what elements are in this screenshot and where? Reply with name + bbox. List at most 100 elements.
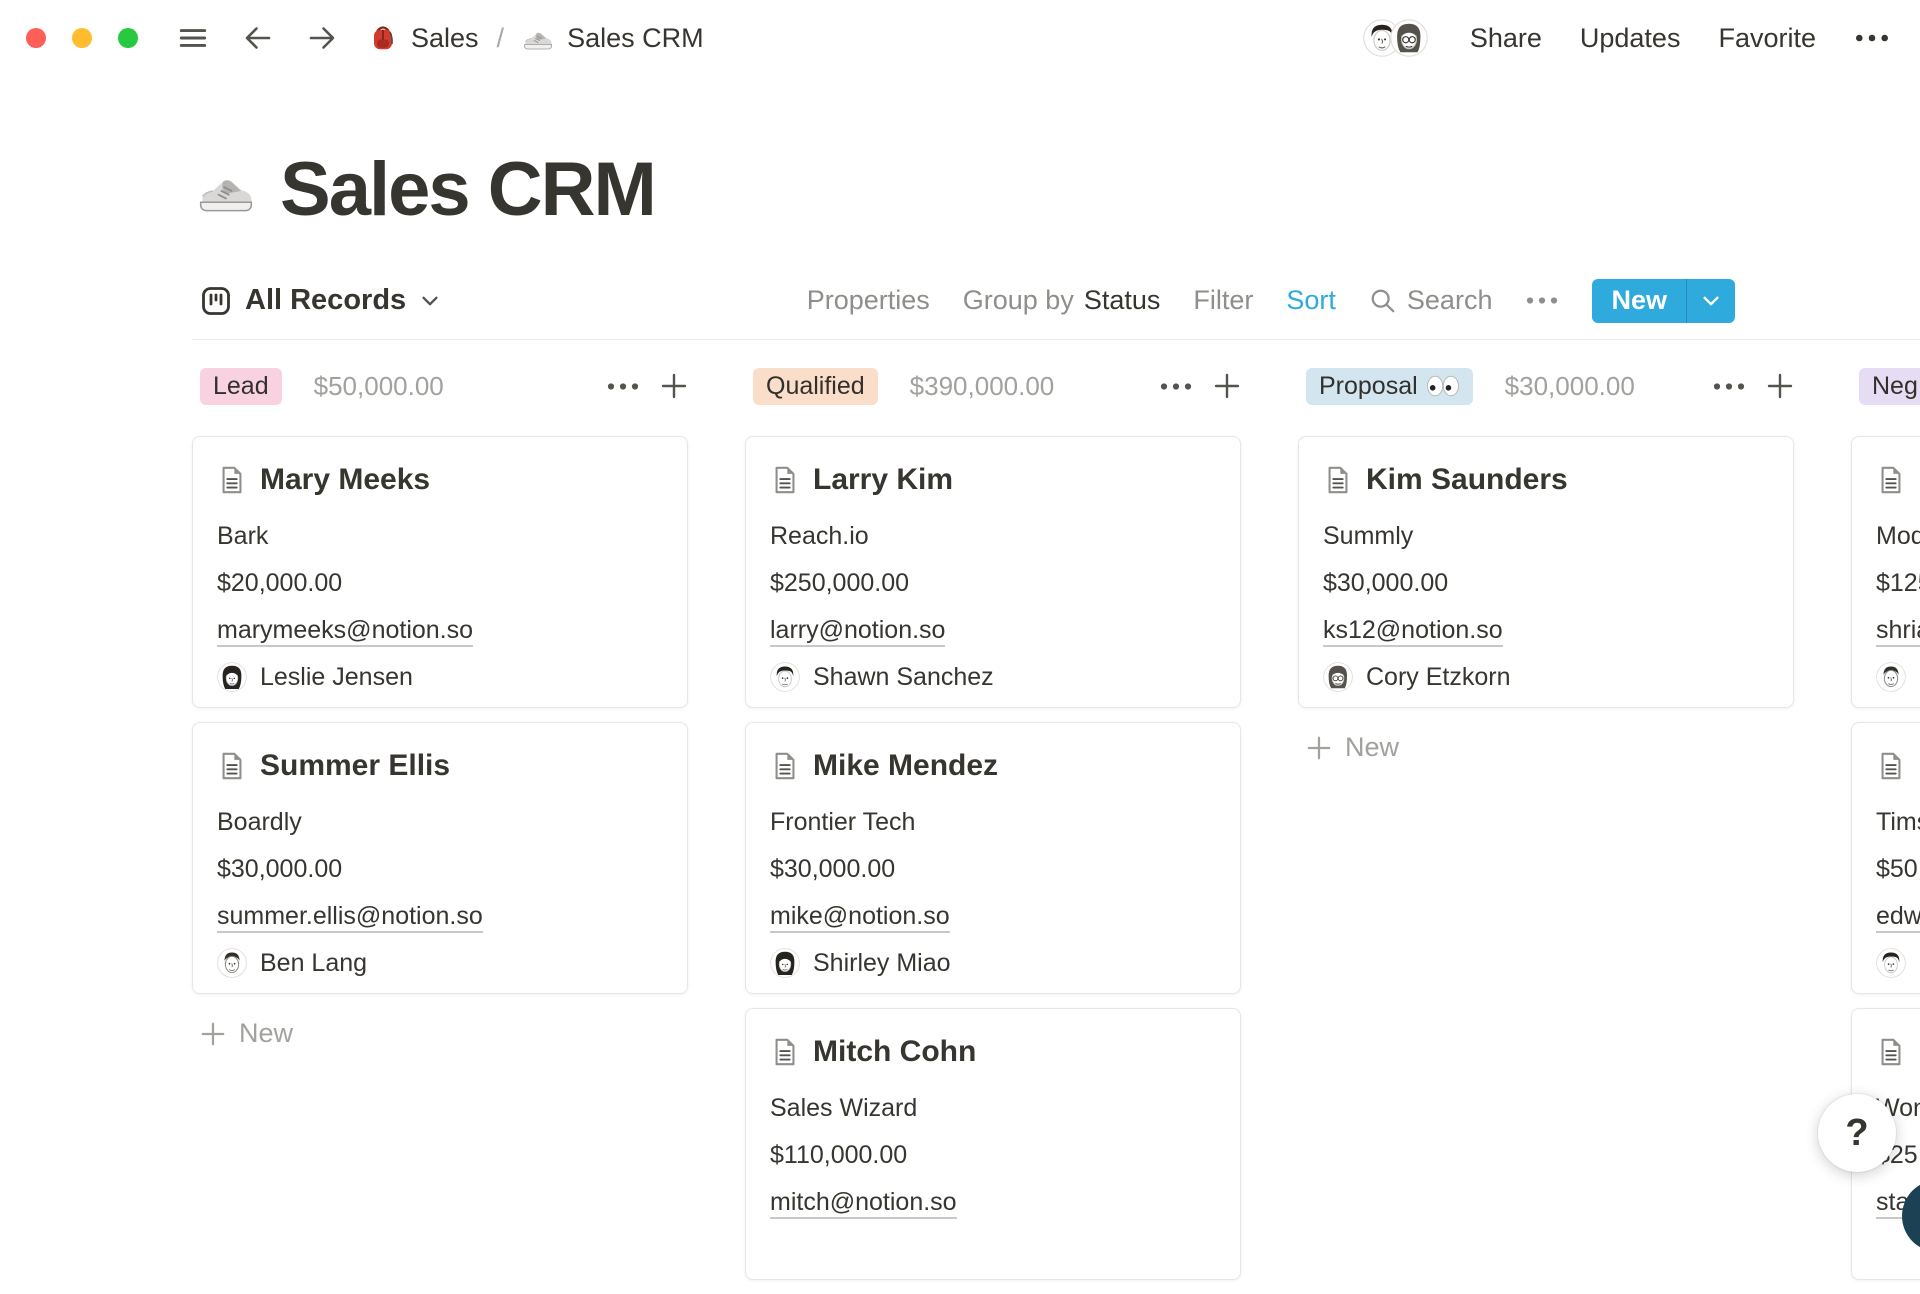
card-company: Sales Wizard (770, 1093, 1216, 1123)
board-card[interactable]: E Tims $50, edwi H (1851, 722, 1920, 994)
owner-avatar (770, 662, 800, 692)
card-company: Boardly (217, 807, 663, 837)
card-name: Mary Meeks (260, 463, 430, 497)
board-column-proposal: Proposal $30,000.00 Kim Saunders Summly … (1298, 366, 1794, 1294)
column-menu-icon[interactable] (1712, 381, 1746, 392)
search-button[interactable]: Search (1369, 285, 1493, 316)
card-owner: Leslie Jensen (217, 662, 663, 692)
board-card-summer-ellis[interactable]: Summer Ellis Boardly $30,000.00 summer.e… (192, 722, 688, 994)
status-badge-qualified[interactable]: Qualified (753, 368, 878, 405)
breadcrumb-item-sales-crm[interactable]: Sales CRM (522, 22, 704, 54)
card-name: Larry Kim (813, 463, 953, 497)
card-company: Bark (217, 521, 663, 551)
status-badge-lead[interactable]: Lead (200, 368, 282, 405)
column-sum: $30,000.00 (1505, 371, 1635, 402)
share-button[interactable]: Share (1470, 23, 1542, 54)
owner-avatar (1876, 662, 1906, 692)
column-header: Neg (1851, 366, 1920, 406)
page-icon (1876, 751, 1906, 781)
sneaker-icon[interactable] (196, 160, 256, 220)
card-amount: $250,000.00 (770, 568, 1216, 598)
page-icon (770, 751, 800, 781)
search-icon (1369, 287, 1397, 315)
maximize-window-button[interactable] (118, 28, 138, 48)
card-company: Tims (1876, 807, 1920, 837)
board-card-mary-meeks[interactable]: Mary Meeks Bark $20,000.00 marymeeks@not… (192, 436, 688, 708)
add-card-button[interactable]: New (192, 1008, 688, 1059)
card-email-link[interactable]: summer.ellis@notion.so (217, 902, 483, 933)
close-window-button[interactable] (26, 28, 46, 48)
breadcrumb: Sales / Sales CRM (368, 22, 704, 54)
backpack-icon (368, 23, 398, 53)
board-card-kim-saunders[interactable]: Kim Saunders Summly $30,000.00 ks12@noti… (1298, 436, 1794, 708)
add-card-button[interactable]: New (1298, 722, 1794, 773)
card-company: Summly (1323, 521, 1769, 551)
page-title: Sales CRM (280, 146, 655, 233)
column-add-icon[interactable] (1766, 372, 1794, 400)
card-email-link[interactable]: larry@notion.so (770, 616, 945, 647)
card-owner: E (1876, 662, 1920, 692)
page-icon (1876, 465, 1906, 495)
column-add-icon[interactable] (1213, 372, 1241, 400)
card-email-link[interactable]: marymeeks@notion.so (217, 616, 473, 647)
favorite-button[interactable]: Favorite (1718, 23, 1816, 54)
card-name: Summer Ellis (260, 749, 450, 783)
owner-avatar (770, 948, 800, 978)
owner-name: Leslie Jensen (260, 663, 413, 692)
card-email-link[interactable]: shria (1876, 616, 1920, 647)
board-card-mike-mendez[interactable]: Mike Mendez Frontier Tech $30,000.00 mik… (745, 722, 1241, 994)
help-button[interactable]: ? (1818, 1094, 1896, 1172)
card-owner: Ben Lang (217, 948, 663, 978)
column-menu-icon[interactable] (606, 381, 640, 392)
new-record-button[interactable]: New (1592, 279, 1735, 323)
page-icon (770, 465, 800, 495)
board-card-mitch-cohn[interactable]: Mitch Cohn Sales Wizard $110,000.00 mitc… (745, 1008, 1241, 1280)
status-badge-proposal[interactable]: Proposal (1306, 368, 1473, 405)
sidebar-menu-icon[interactable] (176, 21, 210, 55)
search-label: Search (1407, 285, 1493, 316)
card-amount: $50, (1876, 854, 1920, 884)
plus-icon (200, 1021, 226, 1047)
card-email-link[interactable]: ks12@notion.so (1323, 616, 1503, 647)
card-email-link[interactable]: mike@notion.so (770, 902, 950, 933)
breadcrumb-label: Sales CRM (567, 23, 704, 54)
new-button-label[interactable]: New (1592, 279, 1686, 323)
status-badge-negotiation[interactable]: Neg (1859, 368, 1920, 405)
card-email-link[interactable]: mitch@notion.so (770, 1188, 957, 1219)
column-sum: $390,000.00 (910, 371, 1055, 402)
chevron-down-icon (419, 290, 441, 312)
card-company: Frontier Tech (770, 807, 1216, 837)
owner-avatar (217, 948, 247, 978)
more-menu-icon[interactable] (1854, 32, 1890, 44)
back-icon[interactable] (242, 22, 274, 54)
properties-button[interactable]: Properties (807, 285, 930, 316)
member-avatars (1363, 19, 1428, 57)
minimize-window-button[interactable] (72, 28, 92, 48)
owner-name: Shawn Sanchez (813, 663, 994, 692)
kanban-board: Lead $50,000.00 Mary Meeks Bark $20,000.… (192, 366, 1920, 1294)
breadcrumb-separator: / (495, 23, 507, 54)
page-icon (1323, 465, 1353, 495)
group-by-button[interactable]: Group by Status (963, 285, 1161, 316)
breadcrumb-item-sales[interactable]: Sales (368, 23, 479, 54)
updates-button[interactable]: Updates (1580, 23, 1681, 54)
board-card[interactable]: S Mod $125 shria E (1851, 436, 1920, 708)
filter-button[interactable]: Filter (1193, 285, 1253, 316)
column-add-icon[interactable] (660, 372, 688, 400)
window-topbar: Sales / Sales CRM Share Updates Favorite (0, 0, 1920, 76)
column-menu-icon[interactable] (1159, 381, 1193, 392)
card-amount: $30,000.00 (1323, 568, 1769, 598)
board-card-larry-kim[interactable]: Larry Kim Reach.io $250,000.00 larry@not… (745, 436, 1241, 708)
owner-name: Shirley Miao (813, 949, 951, 978)
new-button-chevron-icon[interactable] (1687, 279, 1735, 323)
owner-avatar (1876, 948, 1906, 978)
member-avatar[interactable] (1390, 19, 1428, 57)
view-selector[interactable]: All Records (192, 284, 441, 317)
card-email-link[interactable]: edwi (1876, 902, 1920, 933)
view-options-icon[interactable] (1525, 295, 1559, 306)
page-icon (1876, 1037, 1906, 1067)
forward-icon[interactable] (306, 22, 338, 54)
page-icon (217, 751, 247, 781)
sort-button[interactable]: Sort (1286, 285, 1336, 316)
group-by-value: Status (1084, 285, 1161, 316)
